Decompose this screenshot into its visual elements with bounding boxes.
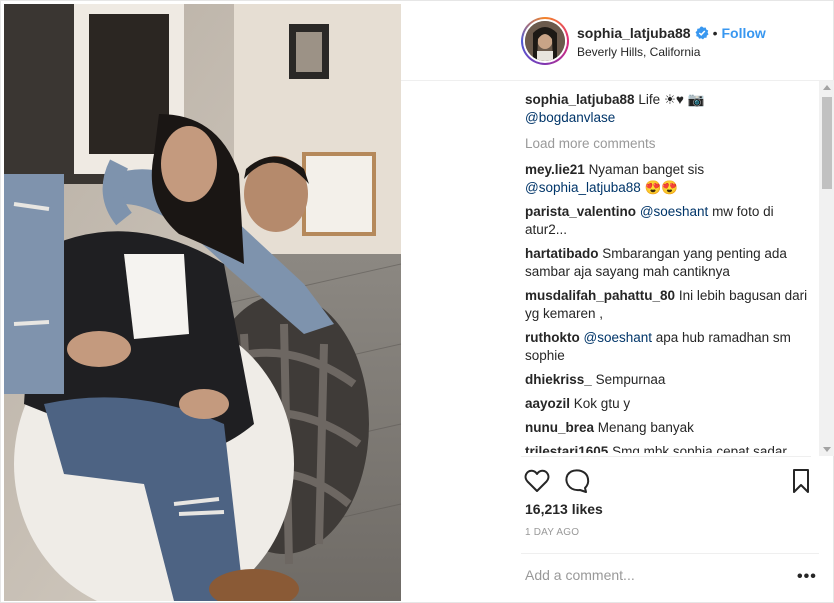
comment-mention[interactable]: @soeshant (640, 204, 709, 219)
post-photo[interactable] (4, 4, 401, 601)
comment-text: Smg mbk sophia cepat sadar (612, 444, 787, 453)
comment-row: musdalifah_pahattu_80 Ini lebih bagusan … (525, 287, 815, 323)
comment-row: nunu_brea Menang banyak (525, 419, 815, 437)
comment-username[interactable]: dhiekriss_ (525, 372, 592, 387)
comment-username[interactable]: trilestari1605 (525, 444, 608, 453)
caption-username[interactable]: sophia_latjuba88 (525, 92, 635, 107)
add-comment-bar: Add a comment... ••• (521, 553, 819, 597)
heart-icon[interactable] (523, 467, 551, 495)
comment-row: parista_valentino @soeshant mw foto di a… (525, 203, 815, 239)
caption-mention[interactable]: @bogdanvlase (525, 110, 615, 125)
post-frame: sophia_latjuba88 • Follow Beverly Hills,… (0, 0, 834, 603)
caption-text: Life ☀♥ 📷 (638, 92, 705, 107)
post-side-panel: sophia_latjuba88 • Follow Beverly Hills,… (401, 1, 834, 603)
comment-row: dhiekriss_ Sempurnaa (525, 371, 815, 389)
comment-username[interactable]: nunu_brea (525, 420, 594, 435)
avatar[interactable] (521, 17, 569, 65)
comment-text: Nyaman banget sis (588, 162, 705, 177)
post-username[interactable]: sophia_latjuba88 (577, 25, 691, 41)
comments-scrollbar[interactable] (819, 81, 834, 456)
comment-bubble-icon[interactable] (563, 467, 591, 495)
comment-username[interactable]: musdalifah_pahattu_80 (525, 288, 675, 303)
comment-row: ruthokto @soeshant apa hub ramadhan sm s… (525, 329, 815, 365)
add-comment-input[interactable]: Add a comment... (525, 567, 635, 583)
comment-username[interactable]: ruthokto (525, 330, 580, 345)
comment-row: aayozil Kok gtu y (525, 395, 815, 413)
avatar-image (525, 21, 565, 61)
post-header: sophia_latjuba88 • Follow Beverly Hills,… (401, 1, 834, 81)
like-count[interactable]: 16,213 likes (525, 501, 603, 517)
caption: sophia_latjuba88 Life ☀♥ 📷 @bogdanvlase (525, 91, 815, 127)
comment-text: Sempurnaa (595, 372, 666, 387)
more-options-icon[interactable]: ••• (797, 568, 817, 586)
comment-username[interactable]: mey.lie21 (525, 162, 585, 177)
scroll-up-arrow-icon[interactable] (823, 85, 831, 90)
verified-badge-icon (695, 26, 709, 40)
comment-mention[interactable]: @soeshant (584, 330, 653, 345)
post-timestamp[interactable]: 1 DAY AGO (525, 527, 579, 538)
comment-username[interactable]: hartatibado (525, 246, 599, 261)
follow-button[interactable]: Follow (722, 25, 766, 41)
comment-mention[interactable]: @sophia_latjuba88 (525, 180, 641, 195)
load-more-comments-button[interactable]: Load more comments (525, 135, 815, 153)
bookmark-icon[interactable] (787, 467, 815, 495)
scroll-down-arrow-icon[interactable] (823, 447, 831, 452)
separator-dot: • (712, 25, 718, 41)
comment-row: hartatibado Smbarangan yang penting ada … (525, 245, 815, 281)
comment-text: Kok gtu y (573, 396, 631, 411)
comment-text-after: 😍😍 (640, 180, 679, 195)
photo-illustration (4, 4, 401, 601)
comment-username[interactable]: aayozil (525, 396, 570, 411)
comment-username[interactable]: parista_valentino (525, 204, 636, 219)
comments-list: sophia_latjuba88 Life ☀♥ 📷 @bogdanvlase … (525, 91, 815, 453)
comment-text: Menang banyak (597, 420, 694, 435)
comment-row: mey.lie21 Nyaman banget sis @sophia_latj… (525, 161, 815, 197)
post-location[interactable]: Beverly Hills, California (577, 45, 700, 59)
header-user-row: sophia_latjuba88 • Follow (577, 25, 766, 41)
post-actions-bar (521, 456, 811, 500)
comment-row: trilestari1605 Smg mbk sophia cepat sada… (525, 443, 815, 453)
scroll-thumb[interactable] (822, 97, 832, 189)
